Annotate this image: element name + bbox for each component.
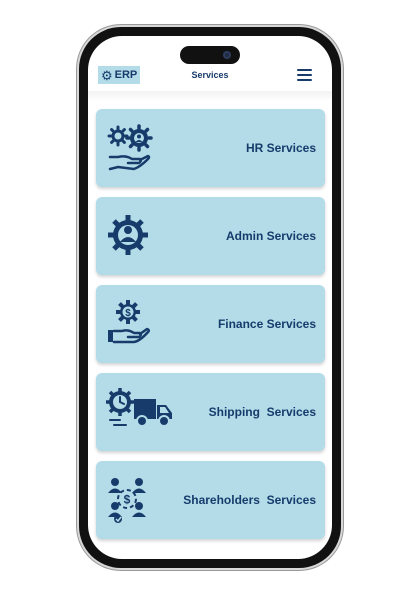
- app-header: ⚙ ERP Services: [88, 64, 332, 94]
- services-list: HR Services Admin Services $ Finance Ser…: [96, 109, 325, 549]
- phone-screen: ⚙ ERP Services HR Services Admin Service…: [88, 36, 332, 559]
- svg-text:$: $: [125, 308, 131, 319]
- admin-gear-person-icon: [108, 215, 148, 255]
- service-card-shareholders[interactable]: $ Shareholders Services: [96, 461, 325, 539]
- menu-line: [297, 74, 312, 76]
- finance-gear-hand-icon: $: [108, 300, 151, 344]
- page-title: Services: [191, 70, 229, 80]
- service-label: Shipping Services: [208, 405, 316, 419]
- service-label: Admin Services: [225, 229, 316, 243]
- menu-line: [297, 79, 312, 81]
- phone-side-button-right: [341, 165, 344, 215]
- hamburger-menu-button[interactable]: [297, 69, 312, 81]
- service-label: Shareholders Services: [183, 493, 316, 507]
- service-card-admin[interactable]: Admin Services: [96, 197, 325, 275]
- camera-lens-icon: [223, 51, 231, 59]
- service-label: Finance Services: [217, 317, 316, 331]
- shareholders-people-icon: $: [108, 478, 146, 523]
- menu-line: [297, 69, 312, 71]
- mockup-stage: ⚙ ERP Services HR Services Admin Service…: [0, 0, 419, 595]
- hr-gears-hand-icon: [107, 124, 153, 171]
- dynamic-island: [180, 46, 240, 64]
- shipping-truck-clock-icon: [106, 388, 172, 427]
- service-card-finance[interactable]: $ Finance Services: [96, 285, 325, 363]
- service-card-hr[interactable]: HR Services: [96, 109, 325, 187]
- service-label: HR Services: [245, 141, 316, 155]
- svg-text:$: $: [124, 493, 131, 507]
- header-divider: [88, 91, 332, 101]
- service-card-shipping[interactable]: Shipping Services: [96, 373, 325, 451]
